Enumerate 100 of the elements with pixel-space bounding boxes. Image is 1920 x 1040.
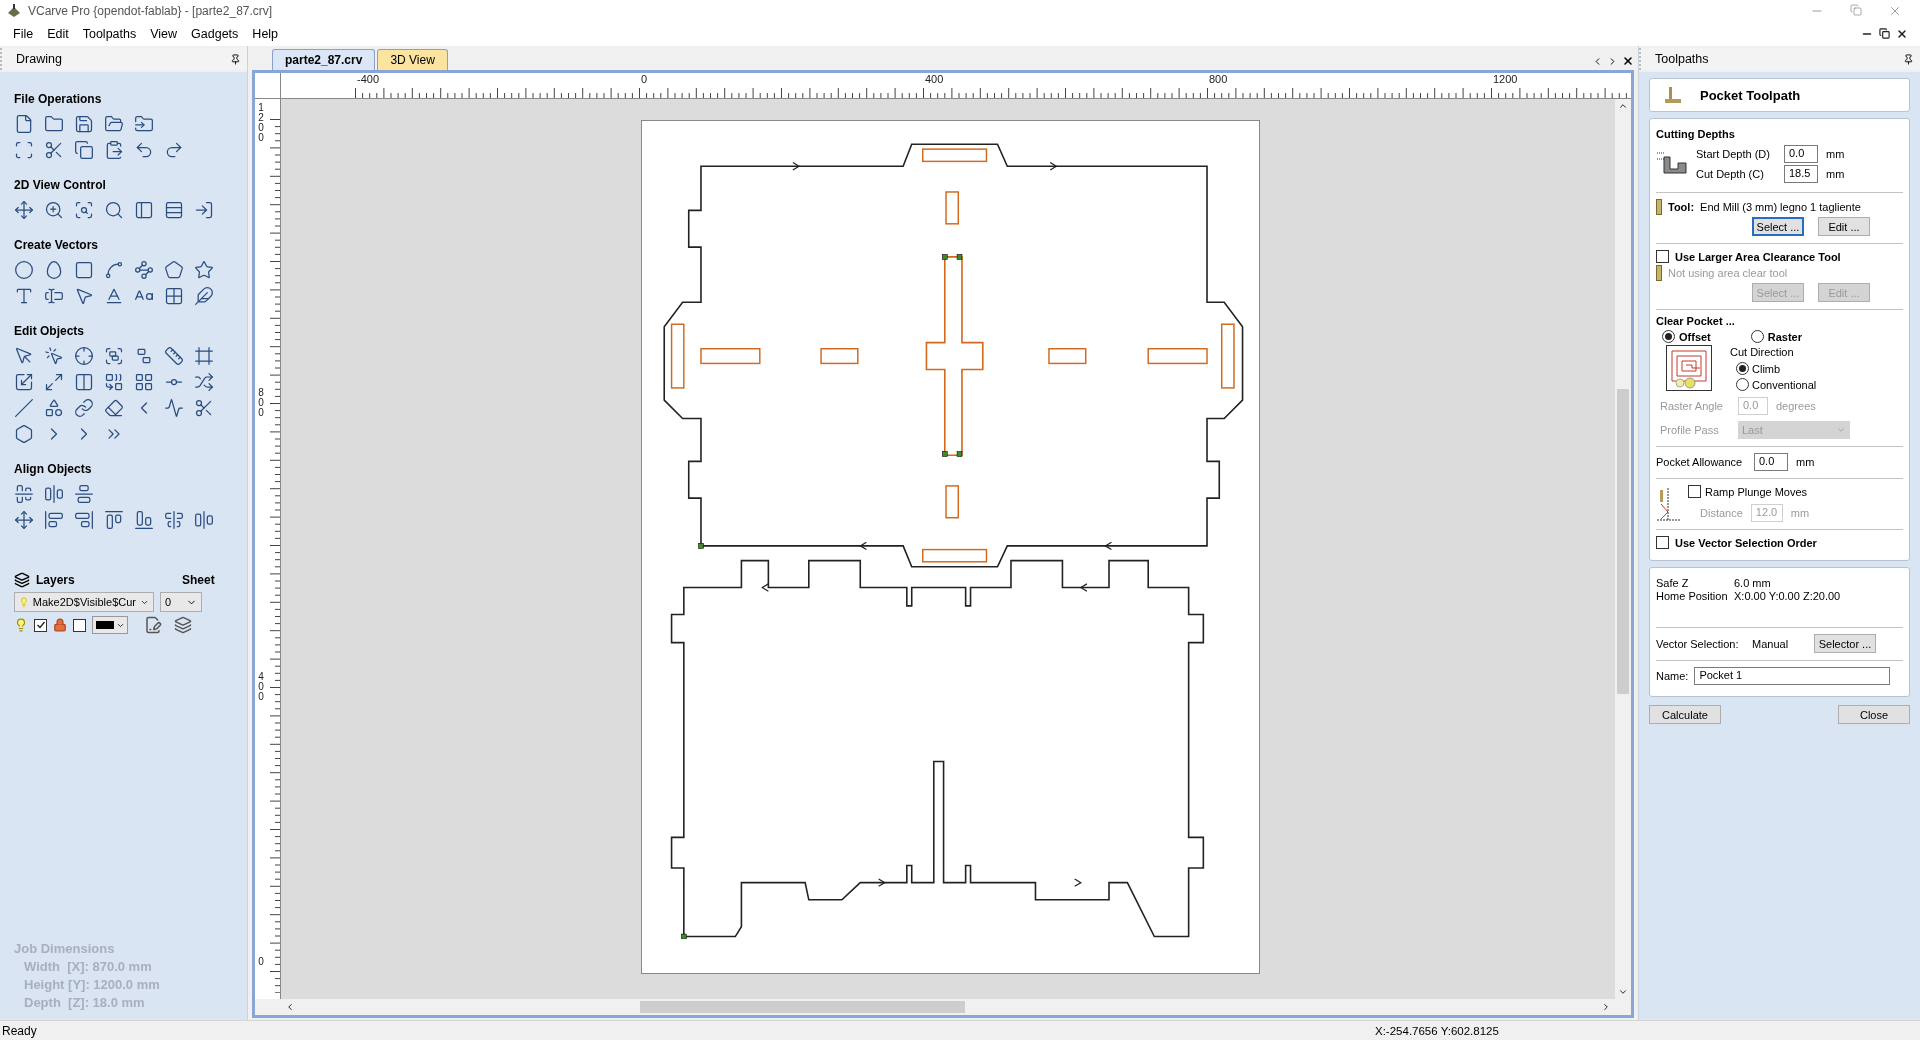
copy-icon[interactable] [74, 140, 94, 160]
pointer-click-icon[interactable] [44, 346, 64, 366]
rectangle-icon[interactable] [74, 260, 94, 280]
resize-icon[interactable] [44, 372, 64, 392]
align-horizontal-icon[interactable] [44, 484, 64, 504]
folder-arrow-icon[interactable] [134, 114, 154, 134]
menu-item[interactable]: Edit [40, 24, 76, 44]
radio-button[interactable] [1750, 330, 1764, 343]
slash-icon[interactable] [14, 398, 34, 418]
grid-icon[interactable] [134, 372, 154, 392]
shapes-icon[interactable] [44, 398, 64, 418]
eraser-icon[interactable] [104, 398, 124, 418]
close-icon[interactable] [1622, 55, 1634, 67]
align-left-icon[interactable] [44, 510, 64, 530]
shuffle-icon[interactable] [194, 372, 214, 392]
selection-frame-icon[interactable] [14, 140, 34, 160]
align-right-icon[interactable] [74, 510, 94, 530]
paste-icon[interactable] [104, 140, 124, 160]
align-center-icon[interactable] [14, 484, 34, 504]
close-icon[interactable] [1896, 28, 1908, 40]
checkbox[interactable] [1656, 536, 1669, 549]
scale-icon[interactable] [14, 372, 34, 392]
document-tab[interactable]: 3D View [377, 49, 448, 70]
tool-button[interactable]: Edit ... [1818, 217, 1870, 236]
zoom-icon[interactable] [44, 200, 64, 220]
pin-icon[interactable] [1903, 53, 1914, 65]
menu-item[interactable]: Toolpaths [75, 24, 144, 44]
new-file-icon[interactable] [14, 114, 34, 134]
cut-icon[interactable] [194, 398, 214, 418]
document-tab[interactable]: parte2_87.crv [272, 49, 376, 70]
zigzag-icon[interactable] [164, 398, 184, 418]
group-icon[interactable] [104, 346, 124, 366]
search-icon[interactable] [104, 200, 124, 220]
open-folder-icon[interactable] [104, 114, 124, 134]
folder-icon[interactable] [44, 114, 64, 134]
align-top-icon[interactable] [104, 510, 124, 530]
text-box-icon[interactable] [44, 286, 64, 306]
pointer-icon[interactable] [14, 346, 34, 366]
pan-icon[interactable] [14, 200, 34, 220]
align-bottom-icon[interactable] [134, 510, 154, 530]
name-input[interactable]: Pocket 1 [1694, 667, 1891, 685]
menu-item[interactable]: Gadgets [184, 24, 246, 44]
tool-button[interactable]: Select ... [1752, 217, 1804, 236]
depth-input[interactable]: 18.5 [1784, 165, 1818, 183]
scroll-up-icon[interactable] [1618, 101, 1628, 111]
menu-item[interactable]: View [143, 24, 185, 44]
allowance-input[interactable]: 0.0 [1754, 453, 1788, 471]
align-vertical-icon[interactable] [74, 484, 94, 504]
layers-icon[interactable] [174, 616, 192, 634]
link-icon[interactable] [74, 398, 94, 418]
combine-icon[interactable] [104, 372, 124, 392]
selector-button[interactable]: Selector ... [1814, 634, 1876, 653]
align-horizontal-icon[interactable] [164, 510, 184, 530]
text-icon[interactable] [14, 286, 34, 306]
scrollbar-thumb[interactable] [640, 1001, 965, 1013]
circle-icon[interactable] [14, 260, 34, 280]
pentagon-icon[interactable] [164, 260, 184, 280]
curve-icon[interactable] [104, 260, 124, 280]
panel-icon[interactable] [134, 200, 154, 220]
cut-icon[interactable] [44, 140, 64, 160]
align-vertical-icon[interactable] [194, 510, 214, 530]
hexagon-icon[interactable] [14, 424, 34, 444]
ruler-icon[interactable] [164, 346, 184, 366]
zoom-frame-icon[interactable] [74, 200, 94, 220]
polyline-icon[interactable] [134, 260, 154, 280]
scroll-right-icon[interactable] [1601, 1002, 1611, 1012]
frame-icon[interactable] [194, 346, 214, 366]
text-baseline-icon[interactable] [104, 286, 124, 306]
scrollbar-thumb[interactable] [1617, 389, 1629, 694]
color-picker[interactable] [92, 616, 128, 634]
menu-item[interactable]: Help [245, 24, 286, 44]
menu-item[interactable]: File [6, 24, 41, 44]
feather-icon[interactable] [194, 286, 214, 306]
grid-icon[interactable] [164, 286, 184, 306]
undo-icon[interactable] [134, 140, 154, 160]
radio-button[interactable] [1662, 330, 1675, 343]
checkbox[interactable] [1656, 250, 1669, 263]
lightbulb-icon[interactable] [14, 618, 28, 632]
layer-edit-icon[interactable] [144, 616, 162, 634]
restore-icon[interactable] [1879, 28, 1890, 39]
action-button[interactable]: Calculate [1649, 705, 1721, 724]
radio-button[interactable] [1736, 362, 1749, 375]
sheet-dropdown[interactable]: 0 [160, 592, 202, 612]
layer-dropdown[interactable]: Make2D$Visible$Cur [14, 592, 154, 612]
lock-icon[interactable] [53, 618, 67, 632]
redo-icon[interactable] [164, 140, 184, 160]
align-center-icon[interactable] [14, 510, 34, 530]
rows-icon[interactable] [164, 200, 184, 220]
radio-button[interactable] [1736, 378, 1749, 391]
pointer-icon[interactable] [74, 286, 94, 306]
columns-icon[interactable] [74, 372, 94, 392]
arrow-into-panel-icon[interactable] [194, 200, 214, 220]
scroll-down-icon[interactable] [1618, 987, 1628, 997]
scroll-left-icon[interactable] [285, 1002, 295, 1012]
action-button[interactable]: Close [1838, 705, 1910, 724]
save-icon[interactable] [74, 114, 94, 134]
depth-input[interactable]: 0.0 [1784, 145, 1818, 163]
star-icon[interactable] [194, 260, 214, 280]
crosshair-icon[interactable] [74, 346, 94, 366]
checkbox[interactable] [1688, 485, 1701, 498]
